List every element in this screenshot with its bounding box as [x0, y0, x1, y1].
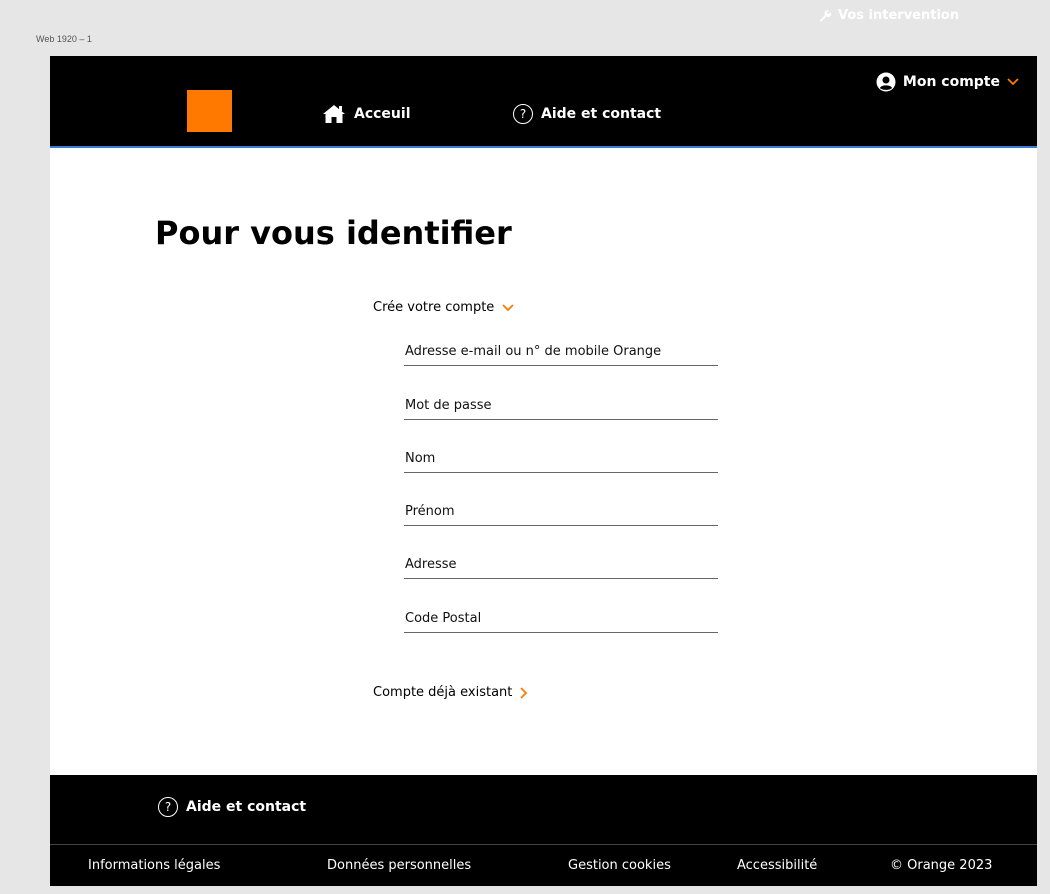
- footer-help-label: Aide et contact: [186, 799, 307, 815]
- create-account-toggle[interactable]: Crée votre compte: [373, 300, 514, 315]
- first-name-field[interactable]: [404, 498, 718, 526]
- header: Acceuil ? Aide et contact Mon compte: [50, 56, 1037, 148]
- account-menu[interactable]: Mon compte: [876, 72, 1019, 92]
- address-field[interactable]: [404, 551, 718, 579]
- existing-account-toggle[interactable]: Compte déjà existant: [373, 685, 528, 700]
- help-circle-icon: ?: [513, 104, 533, 124]
- nav-home[interactable]: Acceuil: [322, 104, 411, 124]
- home-icon: [323, 105, 345, 123]
- wrench-icon: [819, 9, 832, 22]
- footer-link-cookies[interactable]: Gestion cookies: [568, 858, 671, 873]
- create-account-label: Crée votre compte: [373, 300, 495, 315]
- existing-account-label: Compte déjà existant: [373, 685, 513, 700]
- footer-copyright: © Orange 2023: [890, 858, 993, 873]
- footer: ? Aide et contact Informations légales D…: [50, 775, 1037, 886]
- interventions-label: Vos intervention: [838, 8, 960, 23]
- footer-link-privacy[interactable]: Données personnelles: [327, 858, 471, 873]
- password-field[interactable]: [404, 392, 718, 420]
- footer-link-legal[interactable]: Informations légales: [88, 858, 220, 873]
- email-field[interactable]: [404, 338, 718, 366]
- chevron-down-icon: [502, 303, 514, 311]
- chevron-right-icon: [520, 686, 528, 699]
- help-circle-icon: ?: [158, 797, 178, 817]
- chevron-down-icon: [1007, 78, 1019, 86]
- nav-help-label: Aide et contact: [541, 106, 662, 122]
- postal-code-field[interactable]: [404, 605, 718, 633]
- footer-help-contact[interactable]: ? Aide et contact: [158, 797, 306, 817]
- interventions-link[interactable]: Vos intervention: [818, 8, 959, 23]
- footer-divider: [50, 844, 1037, 845]
- account-label: Mon compte: [902, 74, 1000, 90]
- last-name-field[interactable]: [404, 445, 718, 473]
- page-title: Pour vous identifier: [155, 214, 512, 252]
- nav-home-label: Acceuil: [354, 106, 411, 122]
- user-circle-icon: [876, 72, 896, 92]
- nav-help-contact[interactable]: ? Aide et contact: [513, 104, 661, 124]
- page-frame: Acceuil ? Aide et contact Mon compte Pou…: [50, 56, 1037, 886]
- artboard-label: Web 1920 – 1: [36, 34, 92, 44]
- orange-logo[interactable]: [187, 90, 232, 132]
- footer-link-accessibility[interactable]: Accessibilité: [737, 858, 817, 873]
